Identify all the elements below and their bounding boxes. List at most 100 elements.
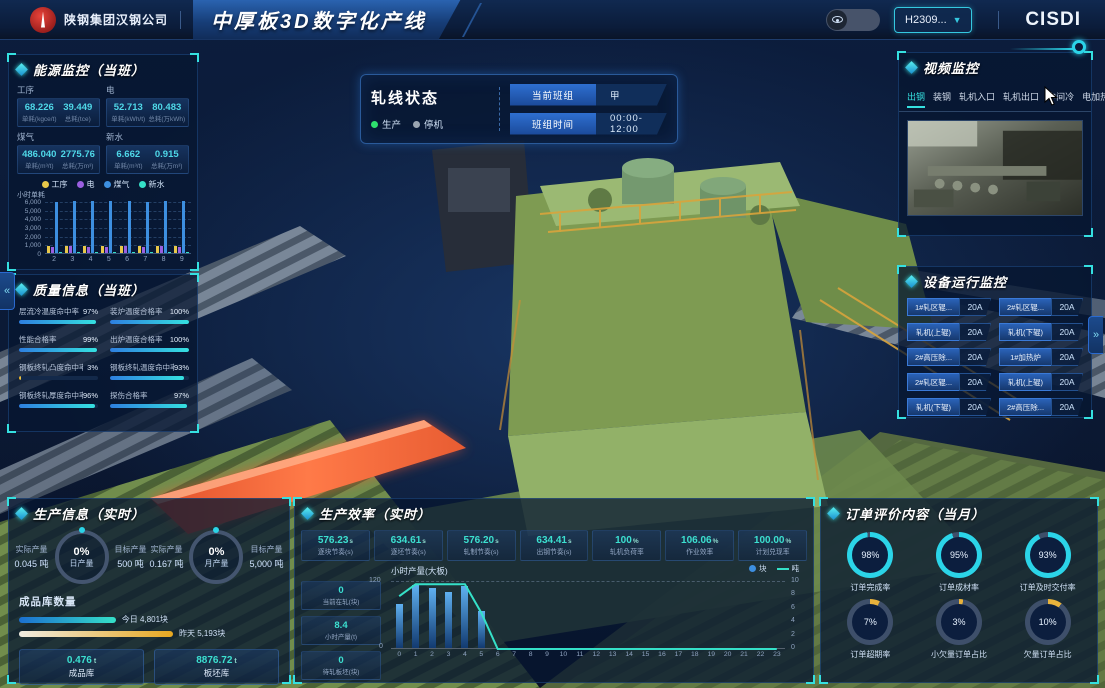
equipment-chip[interactable]: 1#轧区辊...20A <box>907 298 991 316</box>
energy-ytick: 6,000 <box>15 199 41 206</box>
order-donut-percent: 95% <box>936 532 982 578</box>
corner-bracket <box>897 410 906 419</box>
actual-value: 0.167 吨 <box>149 557 183 570</box>
hour-chart-x-labels: 01234567891011121314151617181920212223 <box>391 651 785 658</box>
quality-progress-fill <box>110 348 189 352</box>
rolling-status-title: 轧线状态 <box>371 90 439 107</box>
camera-tab-6[interactable]: 电加热 <box>1082 90 1105 107</box>
inventory-bar-row: 昨天 5,193块 <box>9 625 289 639</box>
equipment-name: 轧机(上辊) <box>907 323 959 341</box>
corner-bracket <box>7 675 16 684</box>
dashboard-root: { "header": { "company": "陕钢集团汉钢公司", "ti… <box>0 0 1105 688</box>
order-metric: 3%小欠量订单占比 <box>916 599 1003 660</box>
equipment-panel-title: 设备运行监控 <box>923 272 1007 291</box>
order-donut-label: 订单完成率 <box>850 582 890 593</box>
efficiency-side-stat: 8.4小时产量(t) <box>301 616 381 645</box>
video-feed-image[interactable] <box>907 120 1083 216</box>
equipment-chip[interactable]: 轧机(下辊)20A <box>999 323 1083 341</box>
right-collapse-tab[interactable]: » <box>1088 316 1103 354</box>
panel-diamond-icon <box>15 63 28 76</box>
inventory-bar-text: 昨天 5,193块 <box>179 628 225 639</box>
hour-xtick: 17 <box>670 651 686 658</box>
energy-bar <box>77 252 80 253</box>
toggle-knob[interactable] <box>827 10 847 30</box>
order-donut-label: 欠量订单占比 <box>1024 649 1072 660</box>
hour-xtick: 3 <box>440 651 456 658</box>
efficiency-side-stat: 0当前在轧(块) <box>301 581 381 610</box>
panel-diamond-icon <box>15 283 28 296</box>
order-donut: 7% <box>847 599 893 645</box>
quality-percent: 100% <box>170 307 189 316</box>
hour-left-tick-min: 0 <box>379 643 383 650</box>
equipment-chip[interactable]: 轧机(上辊)20A <box>907 323 991 341</box>
legend-label: 块 <box>759 563 767 574</box>
inventory-card-value: 8876.72t <box>196 655 237 666</box>
gauge-ring: 0%日产量 <box>55 530 109 584</box>
energy-bar <box>160 246 163 253</box>
energy-xtick: 8 <box>162 256 166 263</box>
camera-tab-4[interactable]: 轧机出口 <box>1003 90 1039 107</box>
efficiency-stat-card: 634.61s逐坯节奏(s) <box>374 530 443 561</box>
energy-bar <box>69 246 72 253</box>
efficiency-side-stats: 0当前在轧(块)8.4小时产量(t)0待轧板坯(块) <box>301 581 381 680</box>
production-info-panel: 生产信息（实时） 实际产量0.045 吨0%日产量目标产量500 吨实际产量0.… <box>8 498 290 683</box>
camera-tab-3[interactable]: 轧机入口 <box>959 90 995 107</box>
energy-bar-group <box>174 202 189 253</box>
hour-xtick: 10 <box>555 651 571 658</box>
camera-tab-1[interactable]: 出钢 <box>907 90 925 107</box>
efficiency-stat-label: 逐坯节奏(s) <box>391 546 426 556</box>
equipment-chip[interactable]: 轧机(上辊)20A <box>999 373 1083 391</box>
inventory-bar-row: 今日 4,801块 <box>9 611 289 625</box>
energy-ytick: 4,000 <box>15 216 41 223</box>
equipment-chip[interactable]: 1#加热炉20A <box>999 348 1083 366</box>
energy-legend: 工序电煤气新水 <box>9 179 197 190</box>
corner-bracket <box>1084 228 1093 237</box>
quality-label: 出炉温度合格率 <box>110 334 163 345</box>
energy-xtick: 6 <box>125 256 129 263</box>
energy-bar-group <box>83 202 98 253</box>
legend-dot-icon <box>139 181 146 188</box>
inventory-cards: 0.476t成品库8876.72t板坯库 <box>9 639 289 685</box>
inventory-bars: 今日 4,801块昨天 5,193块 <box>9 611 289 639</box>
equipment-current-value: 20A <box>959 373 991 391</box>
energy-unit: 总耗(万m³) <box>62 160 93 170</box>
left-collapse-tab[interactable]: « <box>0 272 15 310</box>
equipment-chip[interactable]: 2#高压除...20A <box>907 348 991 366</box>
corner-bracket <box>819 497 828 506</box>
energy-xtick: 9 <box>180 256 184 263</box>
actual-label: 实际产量 <box>150 544 182 555</box>
energy-bar <box>146 202 149 253</box>
equipment-chip[interactable]: 2#轧区辊...20A <box>907 373 991 391</box>
efficiency-stat-card: 106.06%作业效率 <box>665 530 734 561</box>
collapse-node-button[interactable] <box>1072 40 1086 54</box>
production-gauge: 实际产量0.167 吨0%月产量目标产量5,000 吨 <box>149 530 283 584</box>
energy-group-card: 68.226单耗(kgce/t)39.449总耗(tce) <box>17 98 100 127</box>
quality-progress-fill <box>19 320 96 324</box>
energy-bar <box>174 246 177 253</box>
equipment-chip[interactable]: 轧机(下辊)20A <box>907 398 991 416</box>
plate-id-dropdown[interactable]: H2309... ▼ <box>894 7 972 33</box>
energy-bar <box>65 246 68 253</box>
efficiency-panel-title: 生产效率（实时） <box>319 504 431 523</box>
efficiency-stat-label: 逐块节奏(s) <box>318 546 353 556</box>
efficiency-stat-value: 576.20s <box>464 535 499 546</box>
energy-legend-item: 工序 <box>42 179 68 190</box>
order-donut-percent: 93% <box>1025 532 1071 578</box>
efficiency-stat-value: 634.61s <box>391 535 426 546</box>
energy-bar-chart: 小时单耗 6,0005,0004,0003,0002,0001,00002345… <box>15 192 191 276</box>
shift-info-value: 00:00-12:00 <box>596 113 667 135</box>
order-donut: 95% <box>936 532 982 578</box>
equipment-chip[interactable]: 2#高压除...20A <box>999 398 1083 416</box>
energy-bar-group <box>156 202 171 253</box>
side-stat-value: 0 <box>338 655 343 666</box>
quality-percent: 99% <box>83 335 98 344</box>
efficiency-stat-card: 634.41s出钢节奏(s) <box>520 530 589 561</box>
equipment-chip[interactable]: 2#轧区辊...20A <box>999 298 1083 316</box>
hour-xtick: 12 <box>588 651 604 658</box>
panel-diamond-icon <box>15 507 28 520</box>
visibility-toggle[interactable] <box>826 9 880 31</box>
quality-progress-bar <box>110 320 189 324</box>
camera-tab-2[interactable]: 装钢 <box>933 90 951 107</box>
energy-bar <box>164 201 167 253</box>
energy-ytick: 0 <box>15 251 41 258</box>
